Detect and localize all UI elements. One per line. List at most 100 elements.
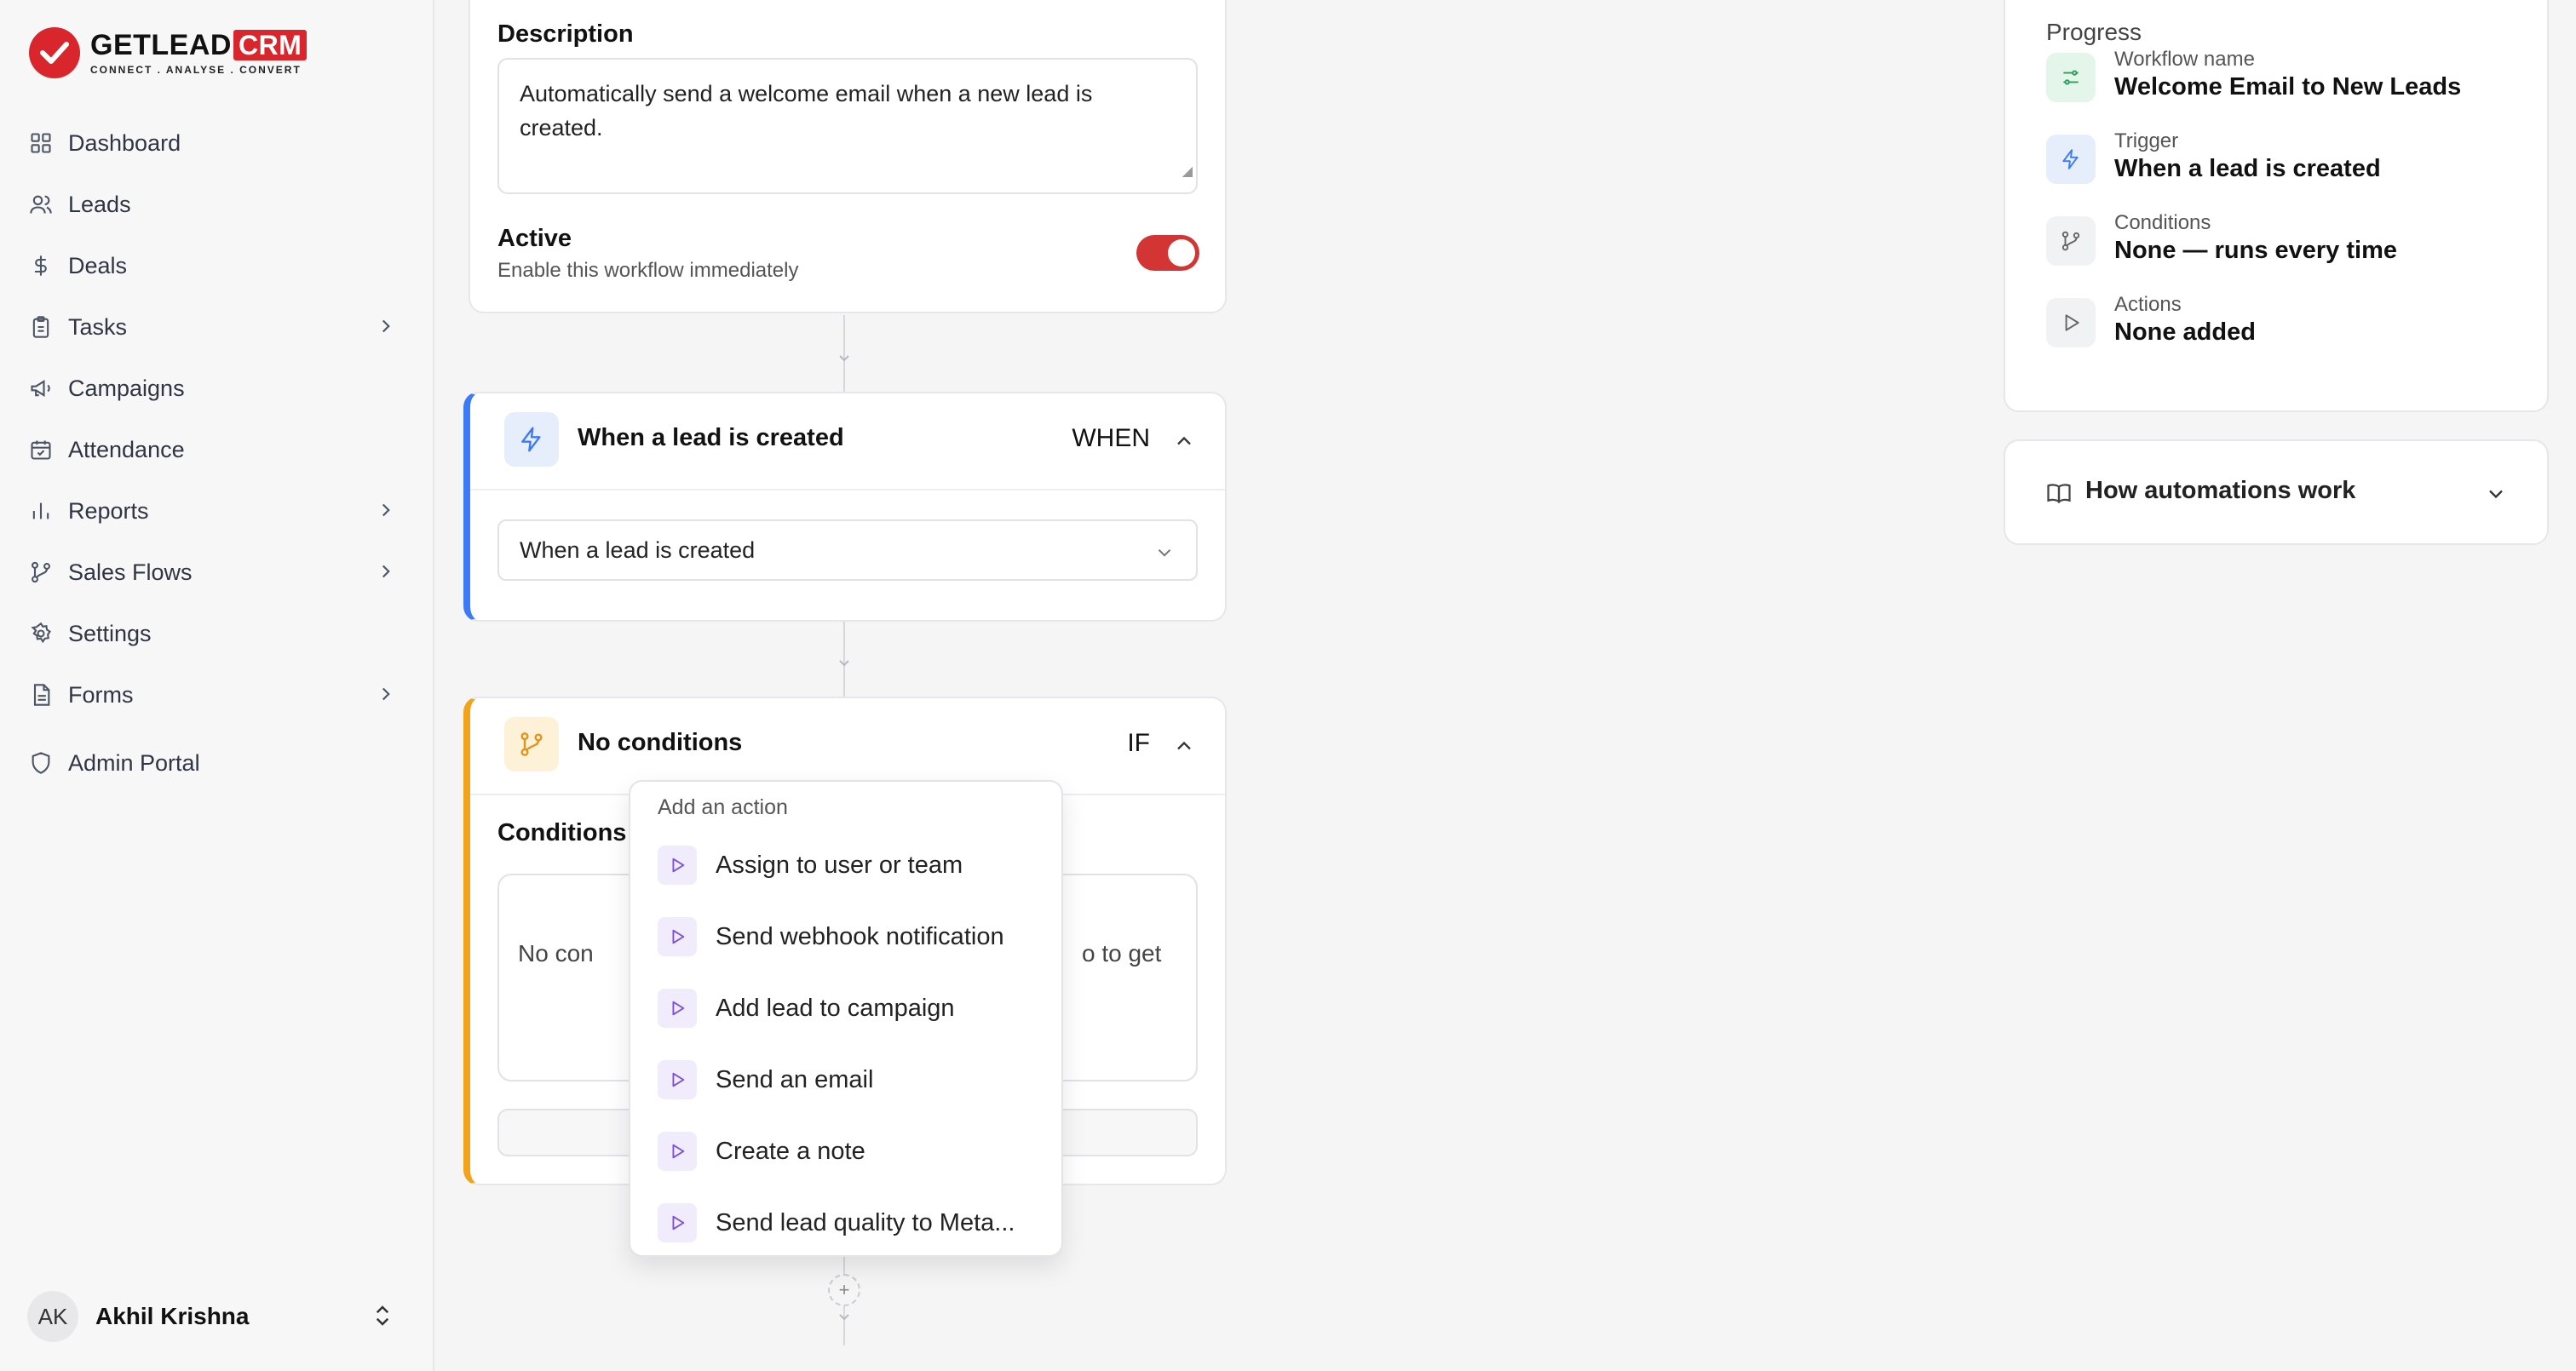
sidebar-item-label: Reports — [68, 497, 149, 524]
trigger-step-title: When a lead is created — [578, 424, 844, 451]
sidebar-item-leads[interactable]: Leads — [27, 174, 407, 235]
branch-icon — [504, 717, 559, 772]
active-toggle[interactable] — [1136, 235, 1199, 271]
sidebar-item-label: Leads — [68, 191, 131, 217]
trigger-step-tag: WHEN — [1072, 424, 1150, 452]
sidebar-item-label: Dashboard — [68, 129, 181, 156]
trigger-step-header[interactable]: When a lead is created WHEN — [470, 393, 1225, 490]
menu-item-meta-quality[interactable]: Send lead quality to Meta... — [658, 1201, 1049, 1245]
active-label: Active — [497, 225, 572, 252]
condition-step-tag: IF — [1127, 729, 1150, 757]
progress-value: Welcome Email to New Leads — [2114, 73, 2462, 100]
description-label: Description — [497, 20, 634, 48]
shield-icon — [27, 749, 55, 777]
add-step-button[interactable]: + — [828, 1274, 860, 1306]
progress-title: Progress — [2046, 19, 2142, 45]
menu-item-label: Send lead quality to Meta... — [716, 1208, 1015, 1236]
menu-item-label: Create a note — [716, 1137, 865, 1165]
brand-logo[interactable]: GETLEAD CRM CONNECT . ANALYSE . CONVERT — [29, 27, 308, 78]
progress-label: Workflow name — [2114, 48, 2255, 71]
sidebar-item-forms[interactable]: Forms — [27, 664, 407, 726]
description-value: Automatically send a welcome email when … — [520, 81, 1093, 141]
trigger-step-card: When a lead is created WHEN When a lead … — [463, 392, 1227, 622]
book-icon — [2046, 480, 2072, 510]
progress-row-workflow-name: Workflow name Welcome Email to New Leads — [2046, 48, 2523, 116]
sidebar-item-label: Settings — [68, 620, 152, 646]
progress-panel: Progress Workflow name Welcome Email to … — [2004, 0, 2549, 412]
conditions-label: Conditions — [497, 819, 627, 846]
menu-item-assign[interactable]: Assign to user or team — [658, 843, 1049, 887]
bolt-icon — [2046, 135, 2096, 184]
user-menu[interactable]: AK Akhil Krishna — [27, 1289, 407, 1344]
play-icon — [658, 1203, 697, 1242]
how-automations-work-accordion[interactable]: How automations work — [2004, 439, 2549, 545]
conditions-empty-text-tail: o to get — [1082, 940, 1162, 967]
sidebar-item-admin-portal[interactable]: Admin Portal — [27, 732, 407, 794]
sidebar-item-settings[interactable]: Settings — [27, 603, 407, 664]
sidebar-item-label: Tasks — [68, 313, 128, 340]
brand-tagline: CONNECT . ANALYSE . CONVERT — [90, 64, 302, 76]
sidebar-item-reports[interactable]: Reports — [27, 480, 407, 542]
progress-value: When a lead is created — [2114, 155, 2381, 182]
sidebar-item-label: Sales Flows — [68, 559, 193, 585]
chevron-down-icon — [834, 353, 854, 370]
bolt-icon — [504, 412, 559, 467]
chevron-right-icon — [375, 315, 397, 343]
sidebar-item-attendance[interactable]: Attendance — [27, 419, 407, 480]
trigger-select-value: When a lead is created — [520, 536, 756, 563]
menu-item-webhook[interactable]: Send webhook notification — [658, 915, 1049, 959]
chevron-right-icon — [375, 683, 397, 711]
user-name: Akhil Krishna — [95, 1303, 250, 1329]
menu-item-label: Assign to user or team — [716, 851, 963, 879]
menu-item-email[interactable]: Send an email — [658, 1058, 1049, 1102]
add-action-menu: Add an action Assign to user or team Sen… — [629, 780, 1063, 1257]
chevrons-up-down-icon — [370, 1303, 395, 1333]
menu-item-note[interactable]: Create a note — [658, 1129, 1049, 1173]
git-branch-icon — [27, 559, 55, 586]
brand-name: GETLEAD — [90, 29, 232, 61]
check-logo-icon — [29, 27, 80, 78]
calendar-check-icon — [27, 436, 55, 463]
menu-item-label: Send an email — [716, 1065, 874, 1093]
sidebar-item-label: Campaigns — [68, 375, 185, 401]
sidebar-item-label: Admin Portal — [68, 749, 200, 776]
chevron-up-icon[interactable] — [1172, 429, 1196, 457]
sliders-icon — [2046, 53, 2096, 102]
how-automations-work-label: How automations work — [2085, 477, 2356, 504]
sidebar-item-sales-flows[interactable]: Sales Flows — [27, 542, 407, 603]
megaphone-icon — [27, 375, 55, 402]
play-icon — [658, 1060, 697, 1099]
gear-icon — [27, 620, 55, 647]
resize-handle-icon[interactable]: ◢ — [1182, 155, 1193, 189]
sidebar-item-campaigns[interactable]: Campaigns — [27, 358, 407, 419]
play-icon — [658, 846, 697, 885]
progress-row-trigger: Trigger When a lead is created — [2046, 129, 2523, 198]
progress-label: Actions — [2114, 293, 2182, 316]
menu-item-label: Add lead to campaign — [716, 994, 955, 1022]
workflow-details-card: Description Automatically send a welcome… — [469, 0, 1227, 313]
sidebar-item-deals[interactable]: Deals — [27, 235, 407, 296]
sidebar-item-tasks[interactable]: Tasks — [27, 296, 407, 358]
chevron-down-icon — [834, 657, 854, 675]
sidebar-item-label: Forms — [68, 681, 134, 708]
trigger-select[interactable]: When a lead is created — [497, 519, 1198, 581]
menu-item-campaign[interactable]: Add lead to campaign — [658, 986, 1049, 1030]
play-icon — [658, 989, 697, 1028]
chevron-down-icon — [2484, 482, 2508, 510]
dollar-icon — [27, 252, 55, 279]
add-action-menu-heading: Add an action — [658, 795, 788, 819]
play-icon — [658, 1132, 697, 1171]
progress-row-actions: Actions None added — [2046, 293, 2523, 361]
sidebar: GETLEAD CRM CONNECT . ANALYSE . CONVERT … — [0, 0, 434, 1371]
description-textarea[interactable]: Automatically send a welcome email when … — [497, 58, 1198, 194]
sidebar-item-dashboard[interactable]: Dashboard — [27, 112, 407, 174]
file-icon — [27, 681, 55, 708]
sidebar-item-label: Attendance — [68, 436, 185, 462]
chevron-up-icon[interactable] — [1172, 734, 1196, 762]
progress-value: None added — [2114, 318, 2256, 346]
brand-suffix: CRM — [233, 30, 308, 60]
active-description: Enable this workflow immediately — [497, 259, 799, 282]
bar-chart-icon — [27, 497, 55, 525]
grid-icon — [27, 129, 55, 157]
chevron-down-icon — [1153, 542, 1176, 570]
